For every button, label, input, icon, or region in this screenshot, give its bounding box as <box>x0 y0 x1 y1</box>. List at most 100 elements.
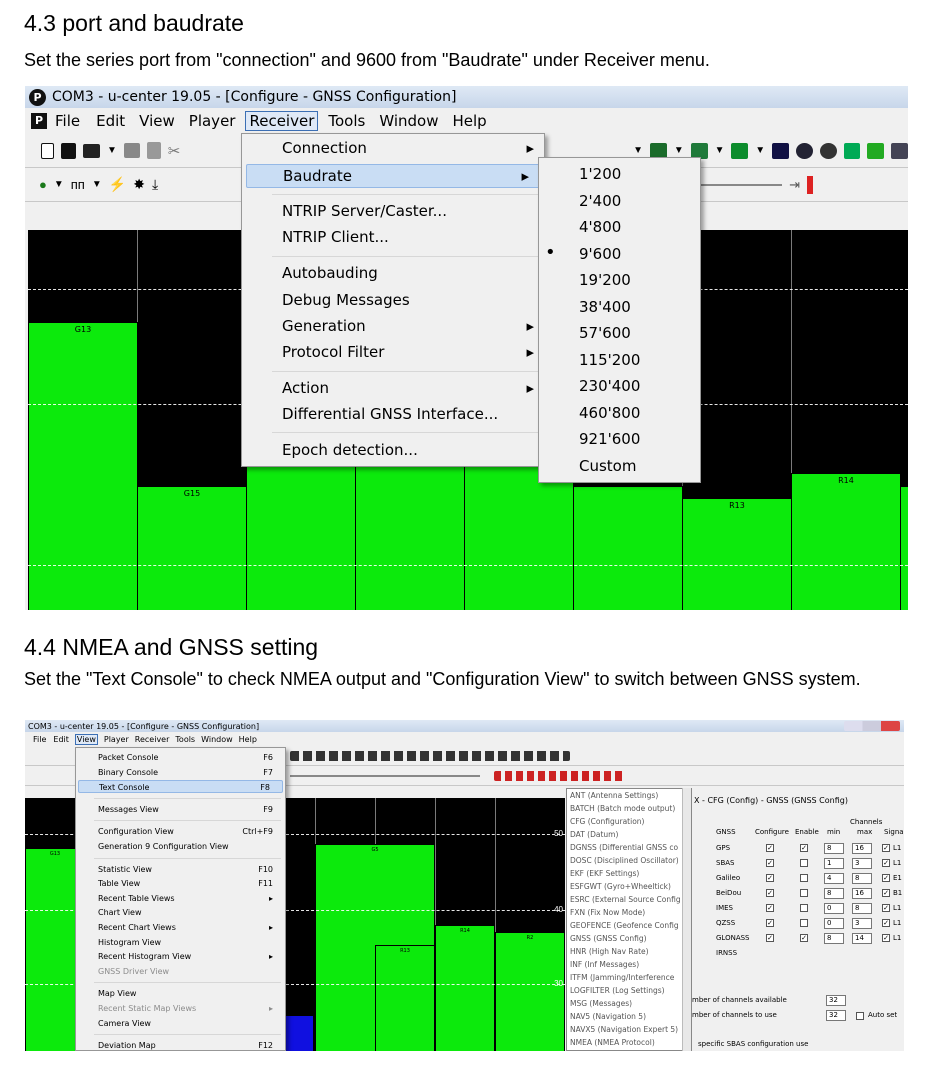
menu-item-differential-gnss[interactable]: Differential GNSS Interface... <box>242 405 544 427</box>
max-channels-field[interactable]: 8 <box>852 873 872 884</box>
message-item[interactable]: ESFGWT (Gyro+Wheeltick) <box>570 882 671 891</box>
signal-checkbox[interactable]: ✓ <box>882 904 890 912</box>
menu-item-protocol-filter[interactable]: Protocol Filter ▸ <box>242 343 544 365</box>
chevron-down-icon[interactable]: ▼ <box>715 145 725 156</box>
message-item[interactable]: HNR (High Nav Rate) <box>570 947 649 956</box>
view-menu-item[interactable]: Packet Console F6 <box>76 751 285 764</box>
record-icon[interactable] <box>807 175 814 194</box>
baud-icon[interactable]: ᴨᴨ <box>71 177 85 192</box>
view-menu-item[interactable]: Histogram View <box>76 936 285 949</box>
monitor-icon[interactable] <box>772 142 789 159</box>
enable-checkbox[interactable] <box>800 874 808 882</box>
message-item[interactable]: DAT (Datum) <box>570 830 618 839</box>
min-channels-field[interactable]: 8 <box>824 843 844 854</box>
configure-checkbox[interactable]: ✓ <box>766 889 774 897</box>
baud-option[interactable]: 2'400 <box>539 192 700 214</box>
print-icon[interactable] <box>123 143 140 158</box>
menu-receiver[interactable]: Receiver <box>245 111 319 131</box>
scrollbar[interactable] <box>682 788 691 1051</box>
menu-item-epoch-detection[interactable]: Epoch detection... <box>242 441 544 463</box>
enable-checkbox[interactable]: ✓ <box>800 934 808 942</box>
chevron-down-icon[interactable]: ▼ <box>674 145 684 156</box>
baud-option-selected[interactable]: • 9'600 <box>539 242 700 267</box>
menu-view[interactable]: View <box>74 733 98 745</box>
menu-receiver[interactable]: Receiver <box>135 735 170 744</box>
baud-option-custom[interactable]: Custom <box>539 457 700 479</box>
baud-option[interactable]: 230'400 <box>539 377 700 399</box>
new-file-icon[interactable] <box>41 142 55 159</box>
menu-help[interactable]: Help <box>239 735 257 744</box>
view-menu-item[interactable]: Deviation Map F12 <box>76 1039 285 1051</box>
enable-checkbox[interactable] <box>800 889 808 897</box>
print-preview-icon[interactable] <box>146 142 161 159</box>
enable-checkbox[interactable] <box>800 904 808 912</box>
target-icon[interactable] <box>819 142 837 159</box>
enable-checkbox[interactable] <box>800 859 808 867</box>
baud-option[interactable]: 460'800 <box>539 404 700 426</box>
view-menu-item[interactable]: Recent Chart Views ▸ <box>76 921 285 934</box>
view-menu-item[interactable]: Map View <box>76 987 285 1000</box>
chevron-down-icon[interactable]: ▼ <box>107 145 117 156</box>
table-icon[interactable] <box>843 142 861 159</box>
menu-item-autobauding[interactable]: Autobauding <box>242 264 544 286</box>
message-item[interactable]: NAVX5 (Navigation Expert 5) <box>570 1025 678 1034</box>
view-menu-item[interactable]: Configuration View Ctrl+F9 <box>76 825 285 838</box>
save-icon[interactable] <box>61 142 77 159</box>
connect-icon[interactable]: ● <box>39 177 47 192</box>
menu-item-action[interactable]: Action ▸ <box>242 379 544 401</box>
message-item[interactable]: MSG (Messages) <box>570 999 632 1008</box>
channels-available-field[interactable]: 32 <box>826 995 846 1006</box>
signal-checkbox[interactable]: ✓ <box>882 874 890 882</box>
view-menu-item[interactable]: GNSS Driver View <box>76 965 285 978</box>
min-channels-field[interactable]: 8 <box>824 933 844 944</box>
min-channels-field[interactable]: 8 <box>824 888 844 899</box>
view-menu-item[interactable]: Statistic View F10 <box>76 863 285 876</box>
enable-checkbox[interactable] <box>800 919 808 927</box>
chevron-down-icon[interactable]: ▼ <box>92 179 102 190</box>
message-item[interactable]: GNSS (GNSS Config) <box>570 934 647 943</box>
baud-option[interactable]: 115'200 <box>539 351 700 373</box>
histogram-icon[interactable] <box>731 142 749 159</box>
chevron-down-icon[interactable]: ▼ <box>755 145 765 156</box>
menu-item-generation[interactable]: Generation ▸ <box>242 317 544 339</box>
menu-view[interactable]: View <box>139 112 175 130</box>
toolbar-icons[interactable] <box>290 750 570 761</box>
configure-checkbox[interactable]: ✓ <box>766 934 774 942</box>
message-item[interactable]: ITFM (Jamming/Interference <box>570 973 674 982</box>
burst-icon[interactable]: ✸ <box>133 176 145 193</box>
menu-file[interactable]: File <box>55 112 80 130</box>
baud-option[interactable]: 921'600 <box>539 430 700 452</box>
min-channels-field[interactable]: 0 <box>824 918 844 929</box>
configure-checkbox[interactable]: ✓ <box>766 919 774 927</box>
message-item[interactable]: DGNSS (Differential GNSS co <box>570 843 678 852</box>
message-item[interactable]: INF (Inf Messages) <box>570 960 639 969</box>
menu-item-debug-messages[interactable]: Debug Messages <box>242 291 544 313</box>
channels-to-use-field[interactable]: 32 <box>826 1010 846 1021</box>
baud-option[interactable]: 38'400 <box>539 298 700 320</box>
download-icon[interactable]: ⤓ <box>152 176 158 193</box>
configure-checkbox[interactable]: ✓ <box>766 859 774 867</box>
baud-option[interactable]: 57'600 <box>539 324 700 346</box>
message-item[interactable]: NMEA (NMEA Protocol) <box>570 1038 655 1047</box>
enable-checkbox[interactable]: ✓ <box>800 844 808 852</box>
max-channels-field[interactable]: 16 <box>852 843 872 854</box>
message-item[interactable]: GEOFENCE (Geofence Config <box>570 921 679 930</box>
configure-checkbox[interactable]: ✓ <box>766 904 774 912</box>
menu-window[interactable]: Window <box>379 112 438 130</box>
gear-icon[interactable] <box>891 142 908 159</box>
auto-set-checkbox[interactable] <box>856 1012 864 1020</box>
view-menu-item[interactable]: Camera View <box>76 1017 285 1030</box>
max-channels-field[interactable]: 3 <box>852 858 872 869</box>
message-item[interactable]: FXN (Fix Now Mode) <box>570 908 645 917</box>
signal-checkbox[interactable]: ✓ <box>882 859 890 867</box>
view-menu-item[interactable]: Text Console F8 <box>78 780 283 794</box>
toolbar-icons[interactable] <box>494 770 624 781</box>
signal-checkbox[interactable]: ✓ <box>882 934 890 942</box>
skip-end-icon[interactable]: ⇥ <box>789 177 800 193</box>
view-menu-item[interactable]: Recent Static Map Views ▸ <box>76 1002 285 1015</box>
menu-window[interactable]: Window <box>201 735 233 744</box>
max-channels-field[interactable]: 16 <box>852 888 872 899</box>
message-item[interactable]: DOSC (Disciplined Oscillator) <box>570 856 679 865</box>
cut-icon[interactable]: ✂ <box>168 142 181 160</box>
view-menu-item[interactable]: Recent Histogram View ▸ <box>76 950 285 963</box>
